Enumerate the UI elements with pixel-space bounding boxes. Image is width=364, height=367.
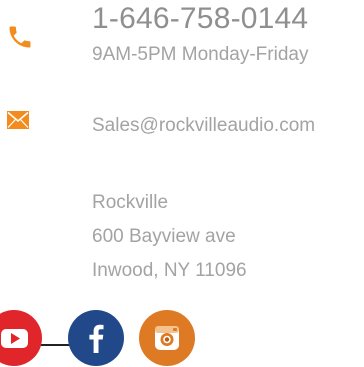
facebook-icon (89, 324, 104, 353)
email-link[interactable]: Sales@rockvilleaudio.com (92, 114, 315, 138)
instagram-icon (155, 326, 179, 350)
postal-address: Rockville 600 Bayview ave Inwood, NY 110… (92, 186, 247, 288)
youtube-icon (1, 329, 28, 348)
youtube-button[interactable] (0, 310, 42, 366)
address-line-company: Rockville (92, 192, 169, 213)
phone-icon (9, 26, 31, 48)
instagram-button[interactable] (139, 310, 195, 366)
envelope-icon (7, 111, 29, 129)
facebook-button[interactable] (68, 310, 124, 366)
phone-number[interactable]: 1-646-758-0144 (92, 1, 308, 37)
address-line-street: 600 Bayview ave (92, 226, 236, 247)
address-line-city: Inwood, NY 11096 (92, 260, 247, 281)
phone-hours: 9AM-5PM Monday-Friday (92, 44, 309, 65)
